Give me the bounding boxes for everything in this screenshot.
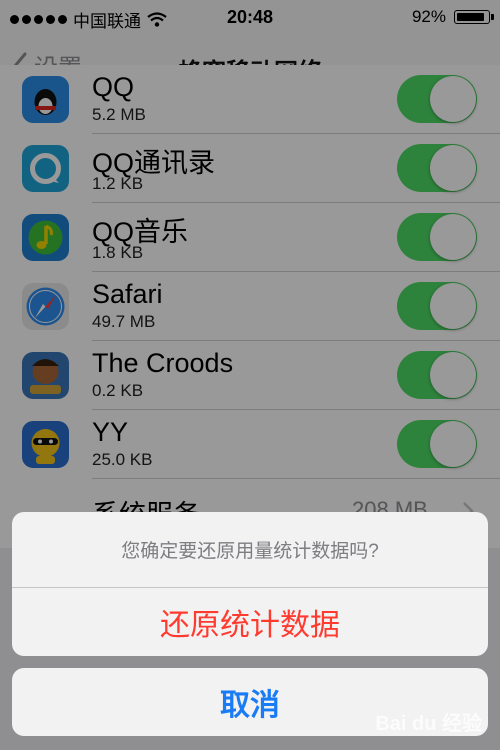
- reset-statistics-button[interactable]: 还原统计数据: [12, 588, 488, 656]
- settings-screen: 中国联通 20:48 92% 设置 蜂窝移动网络: [0, 0, 500, 750]
- action-sheet-message: 您确定要还原用量统计数据吗?: [12, 512, 488, 588]
- watermark: Bai du 经验: [375, 713, 482, 735]
- action-sheet: 您确定要还原用量统计数据吗? 还原统计数据: [12, 512, 488, 656]
